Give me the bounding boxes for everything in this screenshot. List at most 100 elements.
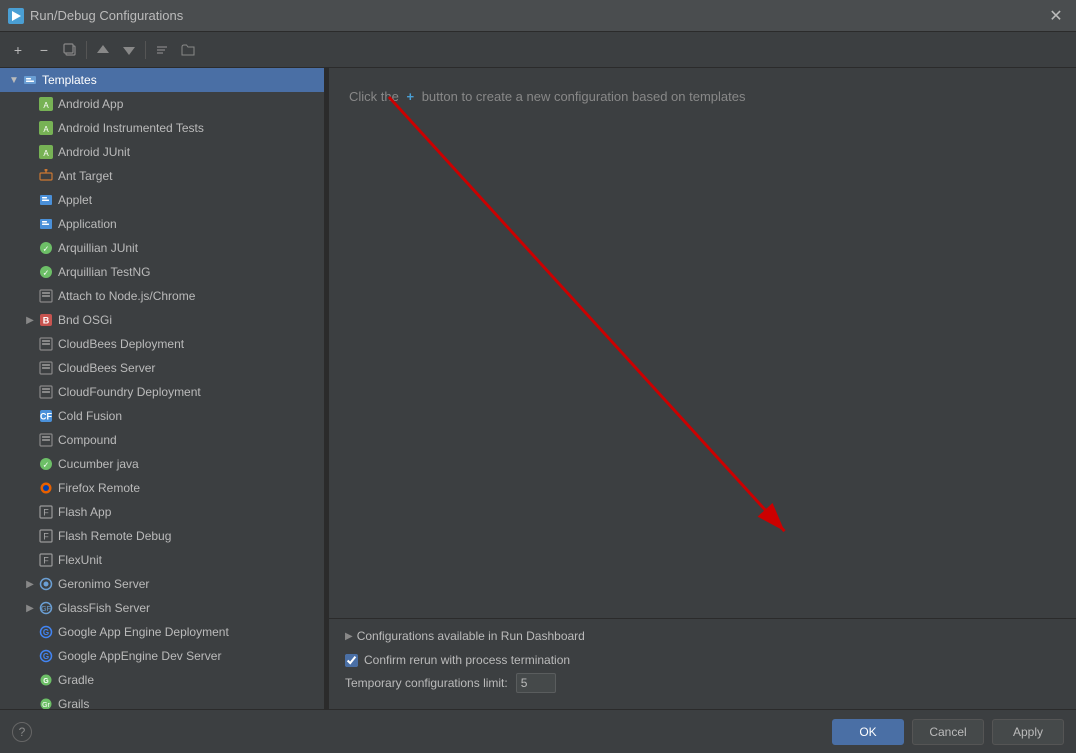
confirm-rerun-checkbox[interactable] — [345, 654, 358, 667]
toolbar: + − — [0, 32, 1076, 68]
svg-text:✓: ✓ — [43, 461, 50, 470]
cancel-button[interactable]: Cancel — [912, 719, 984, 745]
close-button[interactable]: ✕ — [1044, 4, 1068, 28]
tree-item-application[interactable]: Application — [0, 212, 324, 236]
svg-text:F: F — [43, 508, 49, 518]
folder-icon — [181, 43, 195, 57]
configurations-section[interactable]: ▶ Configurations available in Run Dashbo… — [345, 629, 1060, 643]
android-instrumented-tests-icon: A — [38, 120, 54, 136]
move-up-button[interactable] — [91, 38, 115, 62]
tree-item-bnd-osgi[interactable]: ▶ B Bnd OSGi — [0, 308, 324, 332]
flash-app-label: Flash App — [58, 505, 111, 519]
arquillian-junit-icon: ✓ — [38, 240, 54, 256]
cucumber-java-label: Cucumber java — [58, 457, 139, 471]
tree-item-applet[interactable]: Applet — [0, 188, 324, 212]
tree-item-android-app[interactable]: A Android App — [0, 92, 324, 116]
tree-item-cold-fusion[interactable]: CF Cold Fusion — [0, 404, 324, 428]
android-app-icon: A — [38, 96, 54, 112]
right-panel: Click the + button to create a new confi… — [329, 68, 1076, 709]
glassfish-server-label: GlassFish Server — [58, 601, 150, 615]
application-icon — [38, 216, 54, 232]
tree-item-android-instrumented-tests[interactable]: A Android Instrumented Tests — [0, 116, 324, 140]
move-up-icon — [96, 43, 110, 57]
add-button[interactable]: + — [6, 38, 30, 62]
cloudbees-deployment-icon — [38, 336, 54, 352]
tree-item-flash-app[interactable]: F Flash App — [0, 500, 324, 524]
folder-button[interactable] — [176, 38, 200, 62]
cloudfoundry-deployment-icon — [38, 384, 54, 400]
ant-target-label: Ant Target — [58, 169, 112, 183]
tree-item-arquillian-junit[interactable]: ✓ Arquillian JUnit — [0, 236, 324, 260]
tree-item-cloudbees-deployment[interactable]: CloudBees Deployment — [0, 332, 324, 356]
svg-text:F: F — [43, 532, 49, 542]
remove-button[interactable]: − — [32, 38, 56, 62]
tree-item-google-appengine-dev[interactable]: G Google AppEngine Dev Server — [0, 644, 324, 668]
tree-item-android-junit[interactable]: A Android JUnit — [0, 140, 324, 164]
ok-button[interactable]: OK — [832, 719, 904, 745]
tree-item-templates[interactable]: ▼ Templates — [0, 68, 324, 92]
temp-config-input[interactable] — [516, 673, 556, 693]
tree-item-gradle[interactable]: G Gradle — [0, 668, 324, 692]
grails-icon: Gr — [38, 696, 54, 709]
android-junit-label: Android JUnit — [58, 145, 130, 159]
tree-item-compound[interactable]: Compound — [0, 428, 324, 452]
copy-button[interactable] — [58, 38, 82, 62]
sort-button[interactable] — [150, 38, 174, 62]
tree-item-cloudfoundry-deployment[interactable]: CloudFoundry Deployment — [0, 380, 324, 404]
svg-text:✓: ✓ — [43, 269, 50, 278]
copy-icon — [63, 43, 77, 57]
main-content: ▼ Templates A Android App A Android In — [0, 68, 1076, 709]
attach-nodejs-chrome-icon — [38, 288, 54, 304]
tree-item-ant-target[interactable]: Ant Target — [0, 164, 324, 188]
cloudbees-deployment-label: CloudBees Deployment — [58, 337, 184, 351]
configurations-label: Configurations available in Run Dashboar… — [357, 629, 585, 643]
svg-text:CF: CF — [40, 412, 52, 422]
tree-item-geronimo-server[interactable]: ▶ Geronimo Server — [0, 572, 324, 596]
cold-fusion-icon: CF — [38, 408, 54, 424]
flexunit-label: FlexUnit — [58, 553, 102, 567]
svg-text:GF: GF — [41, 606, 51, 613]
tree-item-cloudbees-server[interactable]: CloudBees Server — [0, 356, 324, 380]
tree-item-google-appengine-deployment[interactable]: G Google App Engine Deployment — [0, 620, 324, 644]
help-button[interactable]: ? — [12, 722, 32, 742]
flash-app-icon: F — [38, 504, 54, 520]
tree-item-cucumber-java[interactable]: ✓ Cucumber java — [0, 452, 324, 476]
svg-text:✓: ✓ — [43, 245, 50, 254]
templates-label: Templates — [42, 73, 97, 87]
apply-button[interactable]: Apply — [992, 719, 1064, 745]
svg-text:B: B — [43, 316, 50, 326]
android-app-label: Android App — [58, 97, 123, 111]
compound-label: Compound — [58, 433, 117, 447]
sort-icon — [155, 43, 169, 57]
tree-item-flexunit[interactable]: F FlexUnit — [0, 548, 324, 572]
tree-container[interactable]: ▼ Templates A Android App A Android In — [0, 68, 324, 709]
tree-items: A Android App A Android Instrumented Tes… — [0, 92, 324, 709]
tree-item-firefox-remote[interactable]: Firefox Remote — [0, 476, 324, 500]
attach-nodejs-chrome-label: Attach to Node.js/Chrome — [58, 289, 195, 303]
toolbar-separator-2 — [145, 41, 146, 59]
title-bar-text: Run/Debug Configurations — [30, 8, 1044, 23]
geronimo-server-icon — [38, 576, 54, 592]
arquillian-testng-icon: ✓ — [38, 264, 54, 280]
move-down-button[interactable] — [117, 38, 141, 62]
toolbar-separator — [86, 41, 87, 59]
application-label: Application — [58, 217, 117, 231]
tree-item-arquillian-testng[interactable]: ✓ Arquillian TestNG — [0, 260, 324, 284]
cucumber-java-icon: ✓ — [38, 456, 54, 472]
firefox-remote-label: Firefox Remote — [58, 481, 140, 495]
tree-item-glassfish-server[interactable]: ▶ GF GlassFish Server — [0, 596, 324, 620]
tree-item-grails[interactable]: Gr Grails — [0, 692, 324, 709]
button-group: OK Cancel Apply — [832, 719, 1064, 745]
svg-text:Gr: Gr — [42, 702, 50, 709]
tree-item-attach-nodejs-chrome[interactable]: Attach to Node.js/Chrome — [0, 284, 324, 308]
right-bottom: ▶ Configurations available in Run Dashbo… — [329, 618, 1076, 709]
confirm-rerun-label[interactable]: Confirm rerun with process termination — [364, 653, 570, 667]
ant-target-icon — [38, 168, 54, 184]
cloudbees-server-icon — [38, 360, 54, 376]
tree-item-flash-remote-debug[interactable]: F Flash Remote Debug — [0, 524, 324, 548]
svg-text:A: A — [43, 125, 49, 134]
confirm-rerun-row: Confirm rerun with process termination — [345, 653, 1060, 667]
bnd-osgi-icon: B — [38, 312, 54, 328]
google-appengine-deployment-icon: G — [38, 624, 54, 640]
collapse-arrow: ▶ — [24, 602, 36, 614]
